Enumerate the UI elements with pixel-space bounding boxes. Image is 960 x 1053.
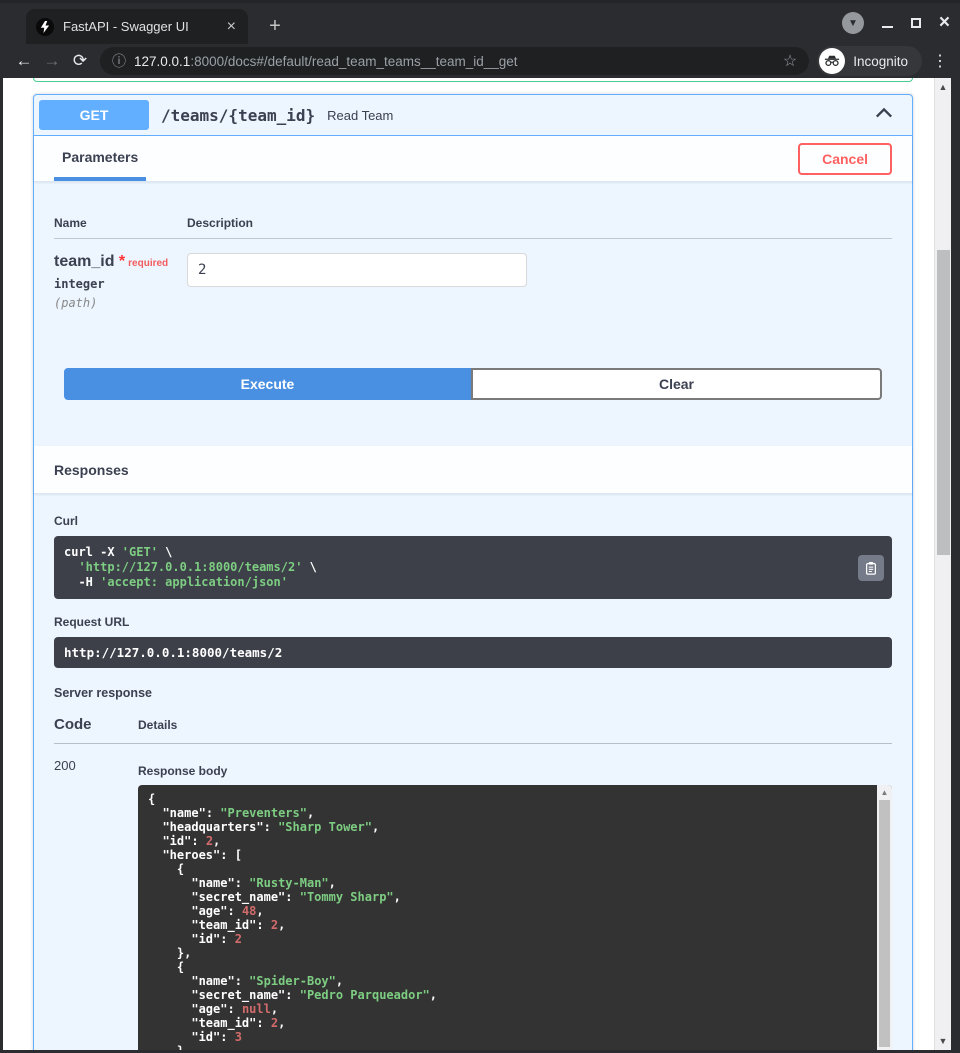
tab-title: FastAPI - Swagger UI	[63, 19, 225, 34]
new-tab-button[interactable]: +	[262, 13, 288, 39]
curl-command: curl -X 'GET' \ 'http://127.0.0.1:8000/t…	[64, 545, 852, 590]
cancel-button[interactable]: Cancel	[798, 143, 892, 175]
parameters-section-header: Parameters Cancel	[34, 136, 912, 182]
clear-button[interactable]: Clear	[471, 368, 882, 400]
response-scrollbar[interactable]: ▲	[877, 785, 892, 1050]
required-asterisk: *	[119, 253, 125, 270]
column-header-code: Code	[54, 716, 138, 733]
url-text: 127.0.0.1:8000/docs#/default/read_team_t…	[134, 54, 783, 69]
endpoint-summary-row[interactable]: GET /teams/{team_id} Read Team	[34, 95, 912, 136]
previous-endpoint-edge	[33, 78, 913, 82]
reload-icon[interactable]: ⟳	[66, 51, 94, 71]
response-body-block: { "name": "Preventers", "headquarters": …	[138, 785, 892, 1050]
request-url-label: Request URL	[54, 615, 892, 629]
response-code: 200	[54, 758, 138, 1050]
browser-tab[interactable]: FastAPI - Swagger UI ×	[26, 9, 248, 44]
parameter-location: (path)	[54, 296, 187, 310]
url-bar[interactable]: ⓘ 127.0.0.1:8000/docs#/default/read_team…	[100, 47, 809, 75]
parameter-type: integer	[54, 277, 187, 291]
execute-button[interactable]: Execute	[64, 368, 471, 400]
opblock-get-teams-team-id: GET /teams/{team_id} Read Team Parameter…	[33, 94, 913, 1050]
window-maximize-button[interactable]	[911, 18, 921, 28]
forward-icon[interactable]: →	[38, 51, 66, 71]
parameter-name: team_id *required	[54, 253, 187, 271]
endpoint-path: /teams/{team_id}	[161, 106, 315, 125]
url-host: 127.0.0.1	[134, 54, 190, 69]
required-label: required	[128, 258, 168, 269]
window-close-button[interactable]: ×	[939, 16, 950, 30]
incognito-label: Incognito	[853, 54, 908, 69]
response-row: 200 Response body { "name": "Preventers"…	[54, 758, 892, 1050]
scroll-up-icon[interactable]: ▲	[935, 80, 951, 94]
parameter-row: team_id *required integer (path)	[54, 239, 892, 310]
curl-block: curl -X 'GET' \ 'http://127.0.0.1:8000/t…	[54, 536, 892, 599]
window-minimize-button[interactable]	[882, 26, 893, 28]
back-icon[interactable]: ←	[10, 51, 38, 71]
scroll-up-icon[interactable]: ▲	[877, 785, 892, 799]
responses-section-header: Responses	[34, 446, 912, 494]
url-path: :8000/docs#/default/read_team_teams__tea…	[190, 54, 517, 69]
tab-search-icon[interactable]: ▼	[842, 12, 864, 34]
server-response-label: Server response	[54, 686, 892, 700]
browser-toolbar: ← → ⟳ ⓘ 127.0.0.1:8000/docs#/default/rea…	[0, 44, 960, 78]
responses-heading: Responses	[54, 462, 129, 478]
browser-tab-bar: FastAPI - Swagger UI × + ▼ ×	[0, 0, 960, 44]
page-scrollbar-thumb[interactable]	[937, 250, 950, 555]
browser-menu-icon[interactable]: ⋮	[930, 51, 950, 71]
incognito-icon	[819, 48, 845, 74]
tab-close-icon[interactable]: ×	[225, 19, 238, 35]
scroll-down-icon[interactable]: ▼	[935, 1034, 951, 1048]
column-header-description: Description	[187, 216, 253, 230]
copy-to-clipboard-icon[interactable]	[858, 555, 884, 581]
page-scrollbar[interactable]: ▲ ▼	[934, 78, 951, 1050]
fastapi-favicon-icon	[36, 18, 54, 36]
responses-body: Curl curl -X 'GET' \ 'http://127.0.0.1:8…	[34, 494, 912, 1050]
curl-label: Curl	[54, 514, 892, 528]
column-header-details: Details	[138, 718, 177, 732]
request-url-value: http://127.0.0.1:8000/teams/2	[54, 637, 892, 668]
response-scrollbar-thumb[interactable]	[879, 800, 890, 1047]
response-body-label: Response body	[138, 764, 892, 778]
tab-parameters[interactable]: Parameters	[54, 136, 146, 181]
collapse-chevron-icon[interactable]	[875, 106, 893, 125]
endpoint-summary: Read Team	[327, 108, 875, 123]
bookmark-star-icon[interactable]: ☆	[783, 51, 797, 71]
team-id-input[interactable]	[187, 253, 527, 287]
method-badge: GET	[39, 100, 149, 130]
column-header-name: Name	[54, 216, 187, 230]
response-body-json: { "name": "Preventers", "headquarters": …	[138, 785, 892, 1050]
parameters-body: Name Description team_id *required integ…	[34, 182, 912, 446]
site-info-icon[interactable]: ⓘ	[112, 51, 126, 71]
incognito-badge: Incognito	[817, 46, 922, 76]
swagger-page: GET /teams/{team_id} Read Team Parameter…	[3, 78, 951, 1050]
